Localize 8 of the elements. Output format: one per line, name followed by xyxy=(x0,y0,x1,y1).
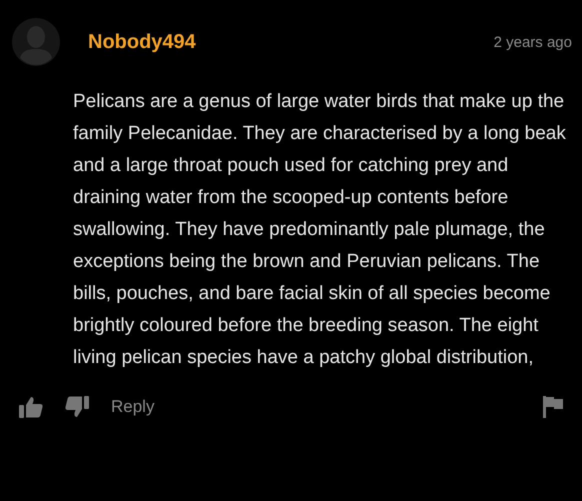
comment-text: Pelicans are a genus of large water birds that make up the family Pelecanidae. They are characterised by a long beak and a large throat pouch used for catching prey and draining water from the scooped-up contents before swallowing. They have predominantly pale plumage, the exceptions being the brown and Peruvian pelicans. The bills, pouches, and bare facial skin of all species become brightly coloured before the breeding season. The eight living pelican species have a patchy global distribution, xyxy=(73,90,567,370)
thumbs-down-icon[interactable] xyxy=(65,396,89,418)
thumbs-up-icon[interactable] xyxy=(19,396,43,418)
username[interactable]: Nobody494 xyxy=(88,30,196,54)
comment-time: 2 years ago xyxy=(494,34,572,50)
reply-button[interactable]: Reply xyxy=(111,397,154,417)
flag-icon[interactable] xyxy=(543,396,563,418)
avatar-icon xyxy=(12,18,60,66)
